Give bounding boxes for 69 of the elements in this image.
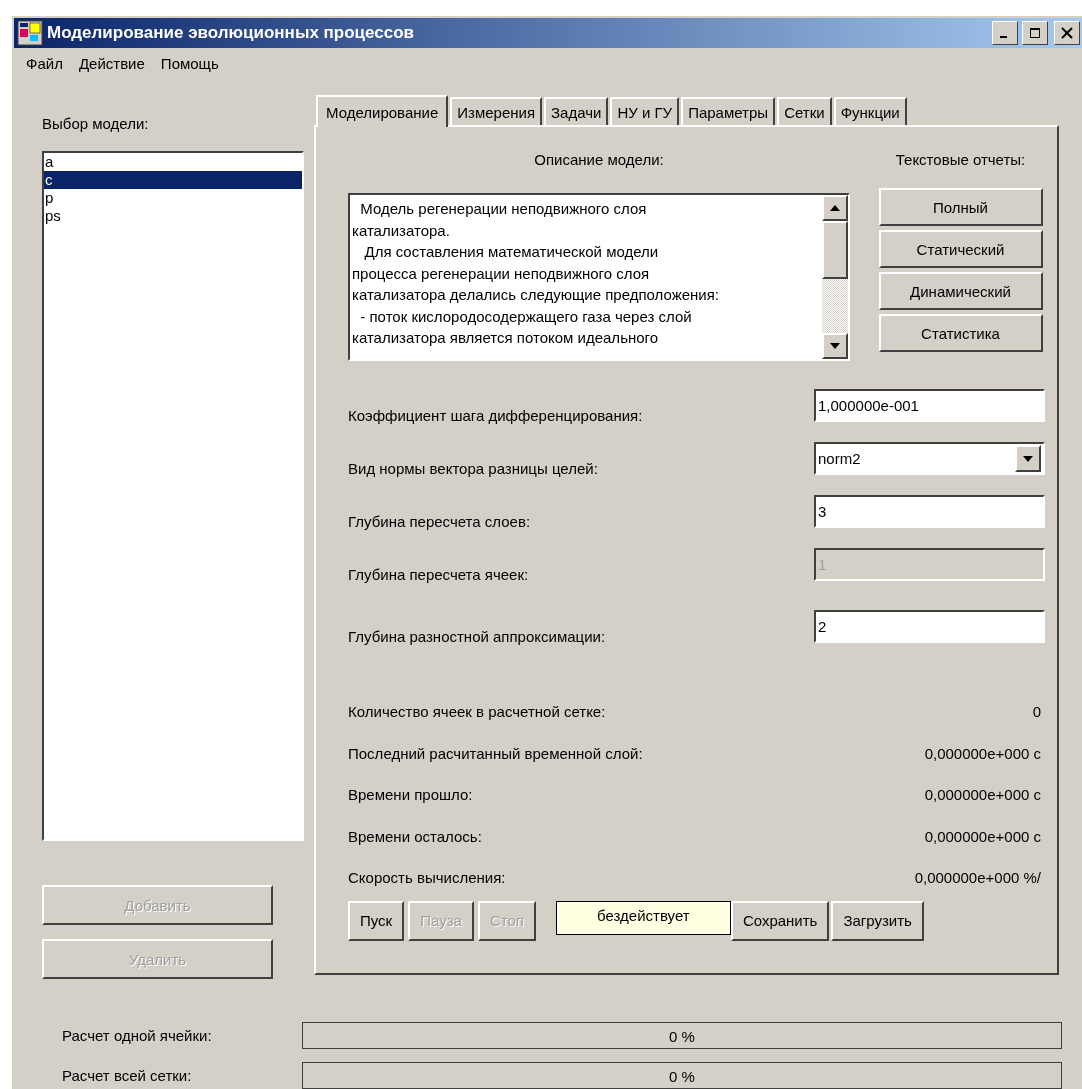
progress-label: Расчет одной ячейки: [62, 1027, 213, 1044]
up-arrow-icon [830, 205, 840, 211]
field-label: Вид нормы вектора разницы целей: [348, 459, 598, 477]
scrollbar[interactable] [822, 195, 848, 359]
list-item[interactable]: ps [44, 207, 302, 225]
stat-value: 0,000000e+000 с [924, 786, 1041, 804]
tab[interactable]: Параметры [681, 97, 776, 125]
progress-label: Расчет всей сетки: [62, 1067, 193, 1084]
maximize-icon [1028, 26, 1042, 40]
input-field[interactable]: 3 [814, 495, 1045, 528]
description-label: Описание модели: [534, 151, 664, 168]
status-label: бездействует [555, 900, 731, 935]
tab[interactable]: Функции [833, 97, 907, 125]
stat-label: Времени прошло: [348, 786, 473, 804]
description-line: - поток кислородосодержащего газа через слой [359, 306, 693, 327]
minimize-icon [1000, 36, 1007, 38]
app-icon [17, 20, 43, 46]
stat-value: 0,000000e+000 с [924, 827, 1041, 845]
down-arrow-icon [830, 343, 840, 349]
report-button[interactable]: Статический [878, 230, 1043, 268]
field-label: Коэффициент шага дифференцирования: [348, 406, 643, 424]
menu-item[interactable]: Действие [78, 55, 145, 83]
stat-label: Времени осталось: [348, 827, 482, 845]
field-label: Глубина пересчета слоев: [348, 512, 531, 530]
tab[interactable]: НУ и ГУ [610, 97, 680, 125]
tab[interactable]: Сетки [777, 97, 832, 125]
file-button[interactable]: Сохранить [730, 900, 830, 941]
field-label: Глубина пересчета ячеек: [348, 565, 529, 583]
list-item[interactable]: p [44, 189, 302, 207]
down-arrow-icon [1023, 455, 1033, 462]
description-line: Для составления математической модели [363, 242, 660, 262]
model-list[interactable]: a c p ps [42, 151, 304, 841]
progress-reading: 0 % [668, 1028, 696, 1045]
close-button[interactable] [1054, 21, 1080, 45]
window-title: Моделирование эволюционных процессов [47, 23, 416, 43]
stat-value: 0 [1032, 703, 1041, 721]
list-item[interactable]: a [44, 153, 302, 171]
input-field[interactable]: 1,000000e-001 [814, 389, 1045, 422]
description-box[interactable] [348, 193, 850, 361]
tab[interactable]: Задачи [544, 97, 609, 125]
report-button[interactable]: Динамический [878, 272, 1043, 310]
stat-value: 0,000000e+000 с [924, 744, 1041, 762]
list-item[interactable]: c [44, 171, 302, 189]
description-line: Модель регенерации неподвижного слоя [359, 199, 648, 219]
report-button[interactable]: Статистика [878, 314, 1043, 352]
stat-label: Количество ячеек в расчетной сетке: [348, 703, 606, 721]
menu-item[interactable]: Файл [26, 55, 63, 83]
model-list-label: Выбор модели: [42, 115, 150, 132]
maximize-button[interactable] [1022, 21, 1048, 45]
report-button[interactable]: Полный [878, 188, 1043, 226]
tab[interactable]: Моделирование [316, 95, 449, 127]
stat-label: Скорость вычисления: [348, 869, 506, 887]
description-line: катализатора. [352, 220, 451, 241]
progress-reading: 0 % [668, 1068, 696, 1085]
tab[interactable]: Измерения [450, 97, 543, 125]
stat-label: Последний расчитанный временной слой: [348, 744, 643, 762]
control-button[interactable]: Пуск [348, 900, 405, 941]
file-button[interactable]: Загрузить [831, 900, 924, 941]
menu-item[interactable]: Помощь [160, 55, 219, 83]
close-icon [1060, 26, 1074, 40]
dropdown-field[interactable]: norm2 [814, 442, 1045, 475]
minimize-button[interactable] [992, 21, 1018, 45]
input-field[interactable]: 2 [814, 610, 1045, 643]
reports-label: Текстовые отчеты: [895, 151, 1026, 168]
description-line: катализатора делались следующие предположения: [352, 285, 720, 305]
description-line: процесса регенерации неподвижного слоя [352, 263, 651, 284]
description-line: катализатора является потоком идеального [352, 328, 660, 348]
stat-value: 0,000000e+000 %/ [914, 869, 1041, 887]
field-label: Глубина разностной аппроксимации: [348, 627, 606, 645]
